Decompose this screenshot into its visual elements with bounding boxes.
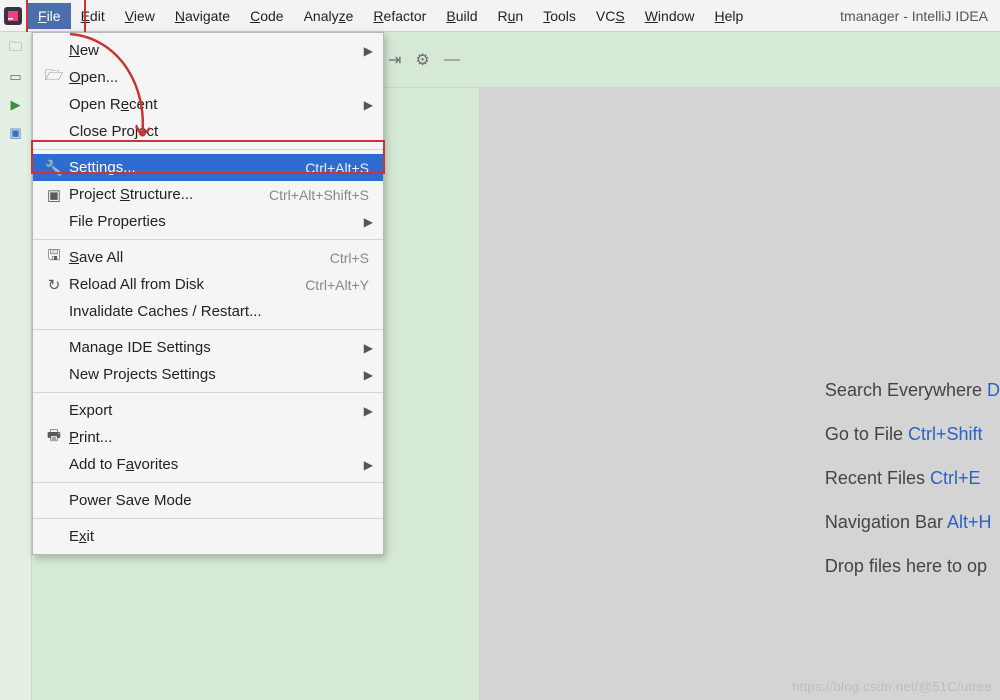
menu-separator — [33, 518, 383, 519]
menu-item-new[interactable]: New▶ — [33, 37, 383, 64]
menu-item-label: Invalidate Caches / Restart... — [65, 303, 369, 320]
folder-open-icon: 🗁 — [43, 65, 65, 90]
menubar-item-file[interactable]: File — [28, 3, 71, 29]
menu-item-label: Export — [65, 402, 369, 419]
menu-item-label: File Properties — [65, 213, 369, 230]
module-icon[interactable]: ▣ — [4, 122, 28, 144]
menu-item-open-recent[interactable]: Open Recent▶ — [33, 91, 383, 118]
menu-item-label: New Projects Settings — [65, 366, 369, 383]
menubar-item-analyze[interactable]: Analyze — [294, 3, 364, 29]
menu-item-file-properties[interactable]: File Properties▶ — [33, 208, 383, 235]
menu-item-label: Reload All from Disk — [65, 276, 305, 293]
menu-item-add-to-favorites[interactable]: Add to Favorites▶ — [33, 451, 383, 478]
print-icon: 🖶 — [43, 425, 65, 450]
menu-item-label: Settings... — [65, 159, 305, 176]
menubar-item-build[interactable]: Build — [436, 3, 487, 29]
chevron-right-icon: ▶ — [364, 341, 373, 355]
menu-item-label: Project Structure... — [65, 186, 269, 203]
chevron-right-icon: ▶ — [364, 368, 373, 382]
menu-item-label: Open Recent — [65, 96, 369, 113]
folder-icon[interactable]: 🗀 — [4, 38, 28, 60]
menu-separator — [33, 239, 383, 240]
menu-item-shortcut: Ctrl+Alt+S — [305, 160, 369, 176]
menu-item-label: Add to Favorites — [65, 456, 369, 473]
menubar-item-vcs[interactable]: VCS — [586, 3, 635, 29]
menu-item-power-save-mode[interactable]: Power Save Mode — [33, 487, 383, 514]
menu-item-shortcut: Ctrl+S — [330, 250, 369, 266]
chevron-right-icon: ▶ — [364, 458, 373, 472]
menubar-item-help[interactable]: Help — [705, 3, 754, 29]
menu-item-label: Manage IDE Settings — [65, 339, 369, 356]
menubar-item-window[interactable]: Window — [635, 3, 705, 29]
editor-right-pane: Search Everywhere DGo to File Ctrl+Shift… — [480, 88, 1000, 700]
app-icon — [4, 7, 22, 25]
file-menu-dropdown: New▶🗁Open...Open Recent▶Close Project🔧Se… — [32, 32, 384, 555]
menu-item-manage-ide-settings[interactable]: Manage IDE Settings▶ — [33, 334, 383, 361]
menu-item-label: Power Save Mode — [65, 492, 369, 509]
welcome-hint: Recent Files Ctrl+E — [825, 456, 1000, 500]
reload-icon: ↻ — [43, 276, 65, 294]
menu-item-reload-all-from-disk[interactable]: ↻Reload All from DiskCtrl+Alt+Y — [33, 271, 383, 298]
menu-item-label: Save All — [65, 249, 330, 266]
menu-item-exit[interactable]: Exit — [33, 523, 383, 550]
menubar-item-refactor[interactable]: Refactor — [363, 3, 436, 29]
menu-item-label: Open... — [65, 69, 369, 86]
menubar-item-code[interactable]: Code — [240, 3, 293, 29]
menu-item-export[interactable]: Export▶ — [33, 397, 383, 424]
menu-item-shortcut: Ctrl+Alt+Y — [305, 277, 369, 293]
welcome-hint: Go to File Ctrl+Shift — [825, 412, 1000, 456]
align-icon[interactable]: ⇥ — [388, 50, 401, 70]
menubar-item-view[interactable]: View — [115, 3, 165, 29]
window-title: tmanager - IntelliJ IDEA — [840, 8, 1000, 24]
menu-item-label: Print... — [65, 429, 369, 446]
menu-item-open[interactable]: 🗁Open... — [33, 64, 383, 91]
chevron-right-icon: ▶ — [364, 44, 373, 58]
welcome-hint: Drop files here to op — [825, 544, 1000, 588]
menubar-item-edit[interactable]: Edit — [71, 3, 115, 29]
menu-item-label: New — [65, 42, 369, 59]
menu-separator — [33, 392, 383, 393]
menu-item-new-projects-settings[interactable]: New Projects Settings▶ — [33, 361, 383, 388]
chevron-right-icon: ▶ — [364, 215, 373, 229]
secondary-icons: ⇥ ⚙ — — [388, 50, 460, 70]
left-toolstrip: 🗀 ▭ ▶ ▣ — [0, 32, 32, 700]
minus-icon[interactable]: — — [444, 51, 460, 69]
save-icon: 🖫 — [43, 245, 65, 270]
menu-item-project-structure[interactable]: ▣Project Structure...Ctrl+Alt+Shift+S — [33, 181, 383, 208]
module-icon: ▣ — [43, 186, 65, 204]
menu-item-save-all[interactable]: 🖫Save AllCtrl+S — [33, 244, 383, 271]
menu-item-label: Exit — [65, 528, 369, 545]
menu-separator — [33, 149, 383, 150]
gear-icon[interactable]: ⚙ — [415, 50, 429, 70]
menu-item-settings[interactable]: 🔧Settings...Ctrl+Alt+S — [33, 154, 383, 181]
chevron-right-icon: ▶ — [364, 404, 373, 418]
menubar: FileEditViewNavigateCodeAnalyzeRefactorB… — [0, 0, 1000, 32]
run-icon[interactable]: ▶ — [4, 94, 28, 116]
wrench-icon: 🔧 — [43, 159, 65, 177]
chevron-right-icon: ▶ — [364, 98, 373, 112]
menu-item-label: Close Project — [65, 123, 369, 140]
menubar-item-tools[interactable]: Tools — [533, 3, 586, 29]
menu-item-shortcut: Ctrl+Alt+Shift+S — [269, 187, 369, 203]
menubar-item-navigate[interactable]: Navigate — [165, 3, 240, 29]
window-icon[interactable]: ▭ — [4, 66, 28, 88]
welcome-hint: Navigation Bar Alt+H — [825, 500, 1000, 544]
menu-item-close-project[interactable]: Close Project — [33, 118, 383, 145]
menu-item-print[interactable]: 🖶Print... — [33, 424, 383, 451]
menu-separator — [33, 329, 383, 330]
welcome-hints: Search Everywhere DGo to File Ctrl+Shift… — [825, 368, 1000, 588]
welcome-hint: Search Everywhere D — [825, 368, 1000, 412]
menubar-item-run[interactable]: Run — [488, 3, 534, 29]
watermark-text: https://blog.csdn.net/@51C/utree — [792, 679, 992, 694]
menu-item-invalidate-caches-restart[interactable]: Invalidate Caches / Restart... — [33, 298, 383, 325]
menu-separator — [33, 482, 383, 483]
